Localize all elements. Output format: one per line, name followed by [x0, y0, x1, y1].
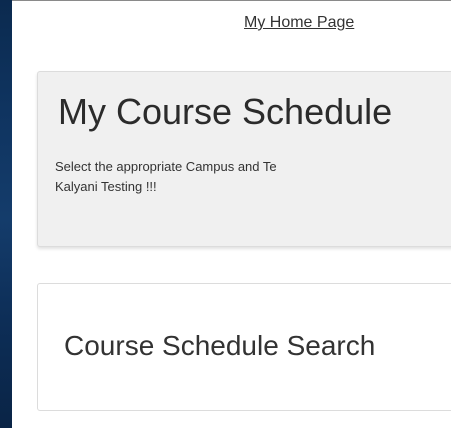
top-divider	[0, 0, 451, 1]
page-title: My Course Schedule	[58, 91, 393, 132]
page: My Home Page My Course Schedule Select t…	[0, 0, 451, 428]
instruction-line-2: Kalyani Testing !!!	[55, 179, 157, 194]
search-section-title: Course Schedule Search	[64, 330, 376, 361]
my-home-page-link[interactable]: My Home Page	[244, 14, 354, 32]
left-navigation-rail	[0, 0, 12, 428]
course-schedule-header-card: My Course Schedule Select the appropriat…	[37, 71, 451, 247]
instructions-text: Select the appropriate Campus and Te Kal…	[55, 157, 451, 197]
course-schedule-search-panel: Course Schedule Search	[37, 283, 451, 411]
instruction-line-1: Select the appropriate Campus and Te	[55, 159, 277, 174]
